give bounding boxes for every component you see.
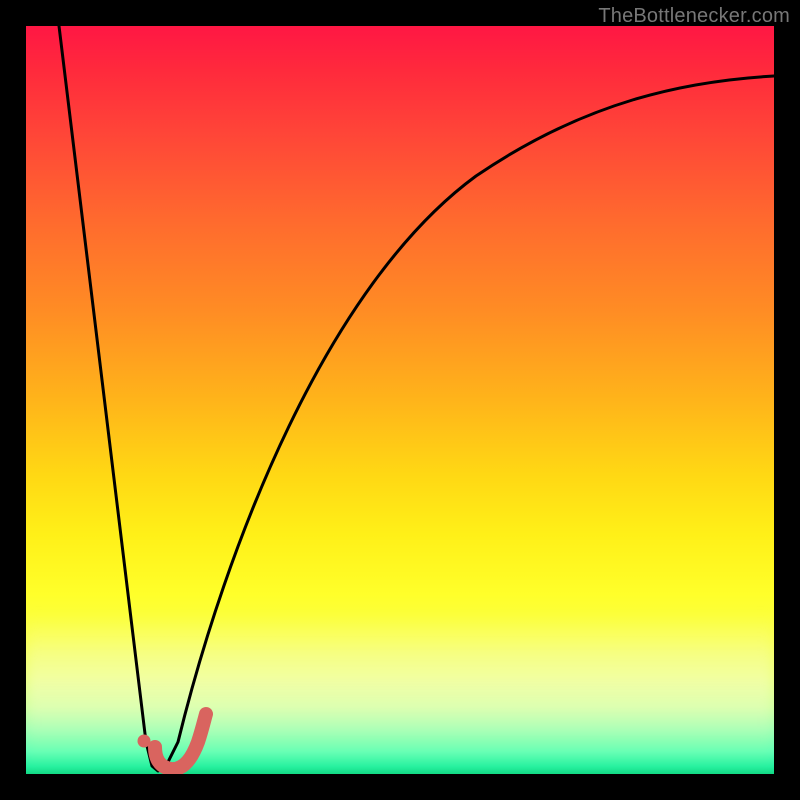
plot-area bbox=[26, 26, 774, 774]
optimal-point-dot bbox=[138, 735, 151, 748]
bottleneck-curve bbox=[59, 26, 774, 771]
optimal-range-marker bbox=[155, 714, 206, 769]
chart-frame: TheBottlenecker.com bbox=[0, 0, 800, 800]
curve-overlay bbox=[26, 26, 774, 774]
watermark-text: TheBottlenecker.com bbox=[598, 5, 790, 28]
